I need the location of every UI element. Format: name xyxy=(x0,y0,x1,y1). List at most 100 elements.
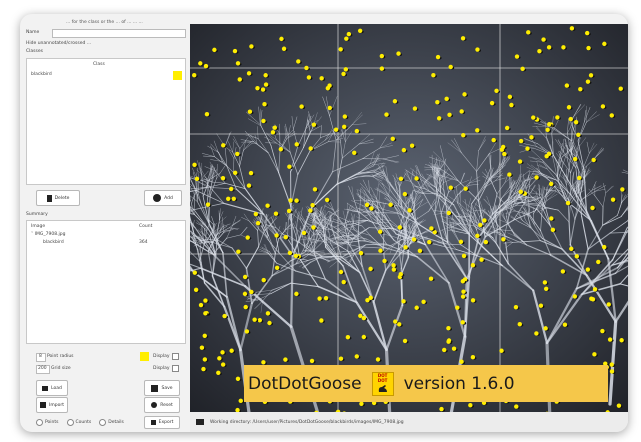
annotated-image[interactable] xyxy=(190,24,628,420)
annotation-point[interactable] xyxy=(544,153,549,159)
annotation-point[interactable] xyxy=(407,208,412,213)
annotation-point[interactable] xyxy=(294,291,299,297)
annotation-point[interactable] xyxy=(354,128,360,134)
annotation-point[interactable] xyxy=(578,87,583,92)
annotation-point[interactable] xyxy=(600,104,606,109)
annotation-point[interactable] xyxy=(529,135,534,140)
annotation-point[interactable] xyxy=(243,304,248,310)
annotation-point[interactable] xyxy=(236,249,241,254)
annotation-point[interactable] xyxy=(470,298,476,303)
annotation-point[interactable] xyxy=(377,229,383,234)
point-display-checkbox[interactable] xyxy=(172,353,179,360)
annotation-point[interactable] xyxy=(391,267,397,272)
annotation-point[interactable] xyxy=(444,96,449,102)
annotation-point[interactable] xyxy=(242,291,248,297)
annotation-point[interactable] xyxy=(431,72,436,78)
annotation-point[interactable] xyxy=(564,83,570,88)
annotation-point[interactable] xyxy=(333,127,339,132)
annotation-point[interactable] xyxy=(344,36,349,41)
annotation-point[interactable] xyxy=(312,187,318,192)
annotation-point[interactable] xyxy=(319,318,324,323)
annotation-point[interactable] xyxy=(306,75,312,80)
annotation-point[interactable] xyxy=(232,48,238,54)
annotation-point[interactable] xyxy=(229,348,234,353)
annotation-point[interactable] xyxy=(576,132,581,137)
annotation-point[interactable] xyxy=(255,221,261,226)
annotation-point[interactable] xyxy=(412,106,418,111)
annotation-point[interactable] xyxy=(482,218,487,223)
annotation-point[interactable] xyxy=(409,143,415,148)
annotation-point[interactable] xyxy=(388,202,393,207)
annotation-point[interactable] xyxy=(543,286,549,291)
annotation-point[interactable] xyxy=(301,230,307,236)
annotation-point[interactable] xyxy=(429,226,434,231)
annotation-point[interactable] xyxy=(435,54,441,60)
annotation-point[interactable] xyxy=(458,239,464,244)
chevron-down-icon[interactable]: ˅ xyxy=(31,232,33,237)
annotation-point[interactable] xyxy=(220,362,226,367)
annotation-point[interactable] xyxy=(247,109,253,114)
annotation-point[interactable] xyxy=(470,263,476,268)
annotation-point[interactable] xyxy=(265,311,271,316)
annotation-point[interactable] xyxy=(397,322,402,327)
annotation-point[interactable] xyxy=(235,61,241,66)
annotation-point[interactable] xyxy=(574,254,580,259)
annotation-point[interactable] xyxy=(341,71,346,77)
annotation-point[interactable] xyxy=(244,329,250,334)
annotation-point[interactable] xyxy=(204,111,210,117)
annotation-point[interactable] xyxy=(364,202,370,208)
annotation-point[interactable] xyxy=(514,54,520,59)
annotation-point[interactable] xyxy=(281,46,287,51)
export-option-counts[interactable]: Counts xyxy=(66,419,91,426)
annotation-point[interactable] xyxy=(606,302,611,307)
annotation-point[interactable] xyxy=(550,227,556,233)
annotation-point[interactable] xyxy=(573,119,579,125)
point-color-swatch[interactable] xyxy=(140,352,149,361)
annotation-point[interactable] xyxy=(296,59,301,64)
annotation-point[interactable] xyxy=(572,294,578,299)
annotation-point[interactable] xyxy=(192,270,198,275)
annotation-point[interactable] xyxy=(585,267,591,272)
annotation-point[interactable] xyxy=(577,175,582,181)
annotation-point[interactable] xyxy=(610,197,616,202)
annotation-point[interactable] xyxy=(502,151,507,157)
annotation-point[interactable] xyxy=(294,198,299,203)
annotation-point[interactable] xyxy=(260,87,266,92)
annotation-point[interactable] xyxy=(565,200,571,206)
annotation-point[interactable] xyxy=(345,334,351,340)
annotation-point[interactable] xyxy=(526,30,531,35)
annotation-point[interactable] xyxy=(435,100,440,105)
annotation-point[interactable] xyxy=(500,144,506,150)
annotation-point[interactable] xyxy=(246,71,252,76)
annotation-point[interactable] xyxy=(478,222,483,228)
annotation-point[interactable] xyxy=(411,237,417,242)
annotation-point[interactable] xyxy=(375,357,381,362)
annotation-point[interactable] xyxy=(319,76,324,81)
annotation-point[interactable] xyxy=(592,352,597,357)
annotation-point[interactable] xyxy=(220,175,226,181)
annotation-point[interactable] xyxy=(460,279,466,284)
annotation-point[interactable] xyxy=(439,406,444,412)
annotation-point[interactable] xyxy=(448,64,453,70)
annotation-point[interactable] xyxy=(396,51,401,56)
annotation-point[interactable] xyxy=(338,47,343,52)
import-button[interactable]: Import xyxy=(36,397,68,413)
annotation-point[interactable] xyxy=(299,104,304,109)
annotation-point[interactable] xyxy=(518,189,524,194)
annotation-point[interactable] xyxy=(310,202,315,208)
annotation-point[interactable] xyxy=(543,326,548,331)
annotation-point[interactable] xyxy=(517,321,522,327)
annotation-point[interactable] xyxy=(231,196,236,201)
annotation-point[interactable] xyxy=(325,86,331,91)
annotation-point[interactable] xyxy=(261,118,266,124)
annotation-point[interactable] xyxy=(402,191,408,197)
annotation-point[interactable] xyxy=(261,360,266,365)
annotation-point[interactable] xyxy=(600,328,605,334)
annotation-point[interactable] xyxy=(238,398,243,404)
annotation-point[interactable] xyxy=(242,274,248,280)
annotation-point[interactable] xyxy=(569,246,574,251)
annotation-point[interactable] xyxy=(401,147,407,153)
image-canvas[interactable] xyxy=(190,24,628,420)
annotation-point[interactable] xyxy=(288,198,293,203)
annotation-point[interactable] xyxy=(287,164,292,169)
